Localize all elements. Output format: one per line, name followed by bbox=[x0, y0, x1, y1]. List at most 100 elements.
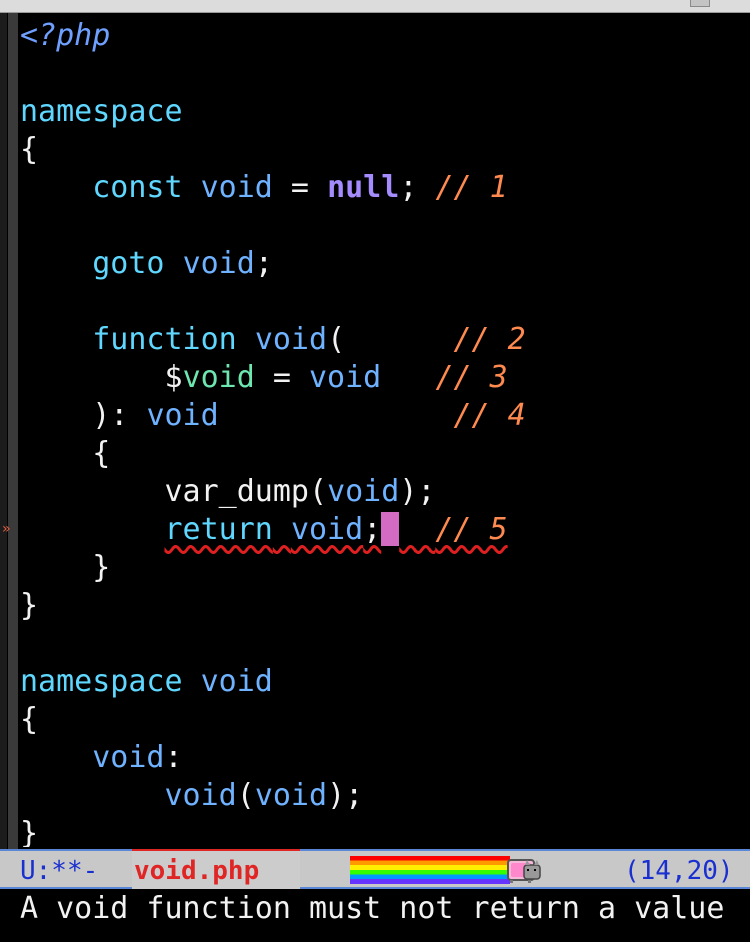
code-token: void bbox=[146, 398, 219, 433]
code-token: ( bbox=[236, 778, 255, 813]
buffer-name[interactable]: void.php bbox=[132, 849, 300, 889]
code-line[interactable]: { bbox=[20, 435, 740, 473]
cursor-position: (14,20) bbox=[624, 856, 734, 886]
code-token: void bbox=[200, 664, 273, 699]
code-token: { bbox=[20, 702, 39, 737]
code-token: namespace bbox=[20, 664, 183, 699]
code-token: ): bbox=[92, 398, 147, 433]
code-token: function bbox=[92, 322, 237, 357]
code-line[interactable]: } bbox=[20, 587, 740, 625]
code-buffer[interactable]: <?php namespace{ const void = null; // 1… bbox=[20, 17, 740, 847]
left-border bbox=[8, 13, 18, 849]
code-line[interactable]: namespace void bbox=[20, 663, 740, 701]
nyan-cat-icon bbox=[507, 859, 541, 883]
code-token: // 1 bbox=[435, 170, 508, 205]
code-line[interactable]: } bbox=[20, 815, 740, 847]
code-token: goto bbox=[92, 246, 165, 281]
code-token: namespace bbox=[20, 94, 183, 129]
code-token: void bbox=[254, 322, 328, 357]
code-line[interactable]: function void( // 2 bbox=[20, 321, 740, 359]
minibuffer-message: A void function must not return a value bbox=[20, 891, 725, 926]
code-line[interactable]: return void; // 5 bbox=[20, 511, 740, 549]
code-line[interactable]: void(void); bbox=[20, 777, 740, 815]
code-token: $ bbox=[164, 360, 183, 395]
code-token: = bbox=[272, 170, 328, 205]
code-token: { bbox=[92, 436, 111, 471]
code-token: ); bbox=[399, 474, 436, 509]
code-token: } bbox=[20, 816, 39, 847]
code-line[interactable]: void: bbox=[20, 739, 740, 777]
code-line[interactable] bbox=[20, 207, 740, 245]
code-token: // 5 bbox=[435, 512, 508, 547]
code-token: <?php bbox=[20, 18, 111, 53]
code-line[interactable] bbox=[20, 283, 740, 321]
code-token: void bbox=[182, 360, 255, 395]
window-titlebar bbox=[0, 0, 750, 13]
code-token: void bbox=[254, 778, 328, 813]
code-token: // 3 bbox=[435, 360, 508, 395]
minibuffer[interactable]: A void function must not return a value bbox=[0, 889, 750, 942]
code-token: ); bbox=[327, 778, 364, 813]
code-token: return bbox=[164, 512, 273, 547]
buffer-status: U:**- bbox=[20, 856, 99, 886]
nyan-progress-rainbow bbox=[350, 856, 510, 884]
code-token: ; bbox=[254, 246, 273, 281]
code-token: void bbox=[200, 170, 273, 205]
code-token: void bbox=[164, 778, 237, 813]
code-token: // 2 bbox=[453, 322, 526, 357]
right-fringe bbox=[740, 13, 750, 849]
code-token: ; bbox=[363, 512, 382, 547]
code-line[interactable]: goto void; bbox=[20, 245, 740, 283]
code-line[interactable]: const void = null; // 1 bbox=[20, 169, 740, 207]
code-token: : bbox=[164, 740, 183, 775]
code-line[interactable]: $void = void // 3 bbox=[20, 359, 740, 397]
code-line[interactable]: { bbox=[20, 131, 740, 169]
code-token: { bbox=[20, 132, 39, 167]
code-token: void bbox=[92, 740, 165, 775]
code-line[interactable]: ): void // 4 bbox=[20, 397, 740, 435]
code-token: const bbox=[92, 170, 183, 205]
code-token: ; bbox=[399, 170, 436, 205]
fringe-error-marker: » bbox=[2, 521, 11, 537]
text-cursor bbox=[381, 511, 400, 546]
code-token: void bbox=[182, 246, 255, 281]
code-token: void bbox=[309, 360, 382, 395]
code-token: } bbox=[20, 588, 39, 623]
code-token: void bbox=[327, 474, 400, 509]
window-button[interactable] bbox=[690, 0, 710, 7]
code-line[interactable]: <?php bbox=[20, 17, 740, 55]
code-token: null bbox=[327, 170, 400, 205]
code-token: // 4 bbox=[453, 398, 526, 433]
left-fringe bbox=[0, 13, 7, 849]
code-line[interactable]: } bbox=[20, 549, 740, 587]
code-line[interactable]: namespace bbox=[20, 93, 740, 131]
code-token: void bbox=[290, 512, 364, 547]
mode-line: U:**- void.php (14,20) bbox=[0, 849, 750, 889]
code-token: ( bbox=[327, 322, 454, 357]
code-line[interactable]: { bbox=[20, 701, 740, 739]
code-line[interactable]: var_dump(void); bbox=[20, 473, 740, 511]
code-token: } bbox=[92, 550, 111, 585]
code-line[interactable] bbox=[20, 625, 740, 663]
code-line[interactable] bbox=[20, 55, 740, 93]
code-token: var_dump( bbox=[164, 474, 328, 509]
